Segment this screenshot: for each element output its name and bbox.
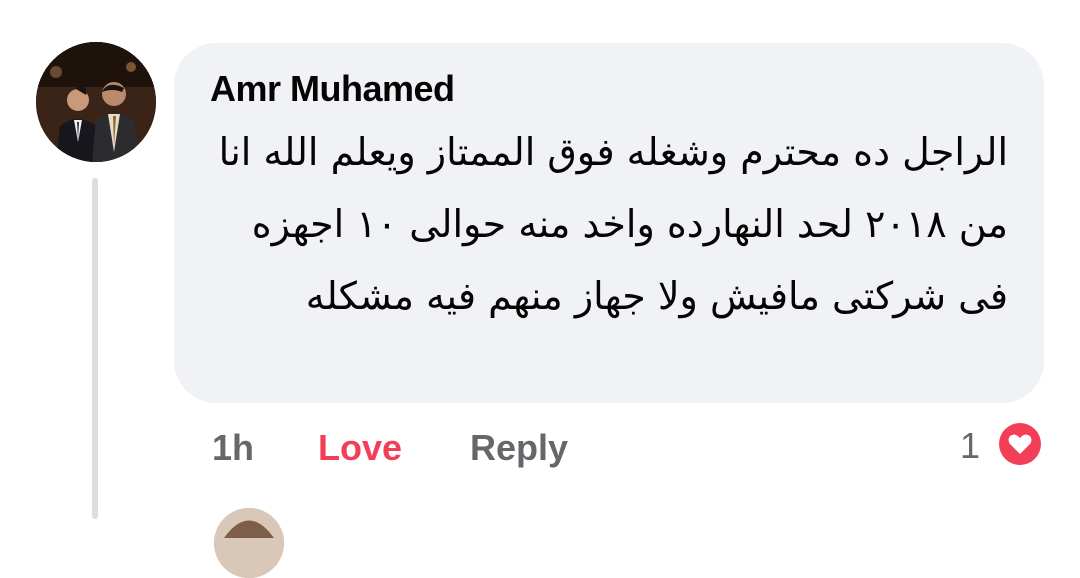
comment-author[interactable]: Amr Muhamed xyxy=(210,68,455,110)
author-avatar[interactable] xyxy=(36,42,156,162)
comment-text: الراجل ده محترم وشغله فوق الممتاز ويعلم … xyxy=(218,130,1008,318)
reply-button[interactable]: Reply xyxy=(470,426,568,470)
avatar-photo xyxy=(36,42,156,162)
love-button[interactable]: Love xyxy=(318,426,402,470)
reaction-count[interactable]: 1 xyxy=(960,424,980,468)
thread-line xyxy=(92,178,98,519)
love-reaction-badge[interactable] xyxy=(996,420,1044,468)
comment-timestamp[interactable]: 1h xyxy=(212,426,254,470)
heart-icon xyxy=(1008,434,1032,454)
